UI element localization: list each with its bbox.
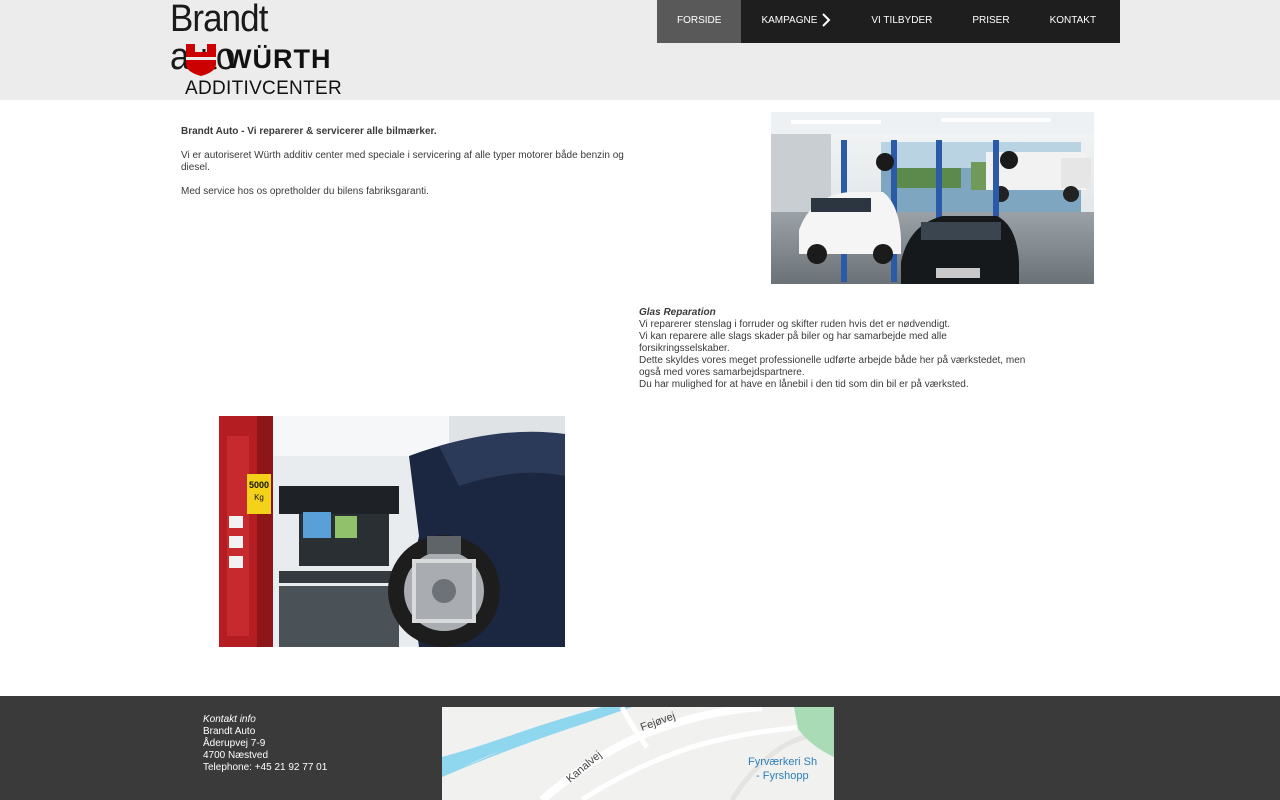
glass-repair-line: Vi kan reparere alle slags skader på bil… (639, 331, 947, 354)
site-header: Brandt auto WÜRTH ADDITIVCENTER FORSIDE … (0, 0, 1280, 100)
intro-paragraph: Med service hos os opretholder du bilens… (181, 186, 429, 197)
contact-info: Kontakt info Brandt Auto Åderupvej 7-9 4… (203, 714, 327, 774)
workshop-photo (771, 112, 1094, 284)
nav-item-priser[interactable]: PRISER (952, 0, 1029, 43)
contact-phone[interactable]: Telephone: +45 21 92 77 01 (203, 762, 327, 774)
contact-city: 4700 Næstved (203, 750, 269, 761)
map-poi-label: Fyrværkeri Sh (748, 756, 817, 768)
location-map[interactable]: Fejøvej Kanalvej Fyrværkeri Sh - Fyrshop… (442, 707, 834, 800)
glass-repair-line: Dette skyldes vores meget professionelle… (639, 355, 1026, 378)
nav-item-vi-tilbyder[interactable]: VI TILBYDER (851, 0, 952, 43)
nav-item-label: FORSIDE (677, 15, 722, 26)
nav-item-label: KAMPAGNE (761, 15, 818, 26)
nav-item-label: PRISER (972, 15, 1010, 26)
map-poi-label: - Fyrshopp (756, 770, 809, 782)
main-nav: FORSIDE KAMPAGNE VI TILBYDER PRISER KONT… (657, 0, 1120, 43)
site-footer: Kontakt info Brandt Auto Åderupvej 7-9 4… (0, 696, 1280, 800)
nav-item-kampagne[interactable]: KAMPAGNE (741, 0, 851, 43)
wurth-logo-icon (186, 44, 216, 76)
intro-text: Brandt Auto - Vi reparerer & servicerer … (181, 126, 631, 210)
glass-repair-section: Glas Reparation Vi reparerer stenslag i … (639, 307, 1039, 391)
contact-street: Åderupvej 7-9 (203, 738, 266, 749)
contact-title: Kontakt info (203, 714, 256, 725)
nav-item-kontakt[interactable]: KONTAKT (1030, 0, 1116, 43)
nav-item-label: KONTAKT (1049, 15, 1097, 26)
partner-logo-subtext: ADDITIVCENTER (185, 78, 342, 99)
nav-item-label: VI TILBYDER (871, 15, 933, 26)
wheel-alignment-photo: 5000 Kg (219, 416, 565, 647)
lift-capacity-label: 5000 (249, 480, 269, 490)
contact-name: Brandt Auto (203, 726, 256, 737)
glass-repair-title: Glas Reparation (639, 307, 716, 318)
chevron-right-icon (822, 13, 831, 28)
intro-headline: Brandt Auto - Vi reparerer & servicerer … (181, 126, 437, 137)
glass-repair-line: Vi reparerer stenslag i forruder og skif… (639, 319, 951, 330)
nav-item-forside[interactable]: FORSIDE (657, 0, 742, 43)
partner-logo-text: WÜRTH (226, 44, 332, 74)
lift-capacity-unit: Kg (254, 493, 264, 502)
intro-paragraph: Vi er autoriseret Würth additiv center m… (181, 150, 624, 173)
glass-repair-line: Du har mulighed for at have en lånebil i… (639, 379, 969, 390)
site-logo[interactable]: Brandt auto WÜRTH ADDITIVCENTER (170, 0, 355, 100)
